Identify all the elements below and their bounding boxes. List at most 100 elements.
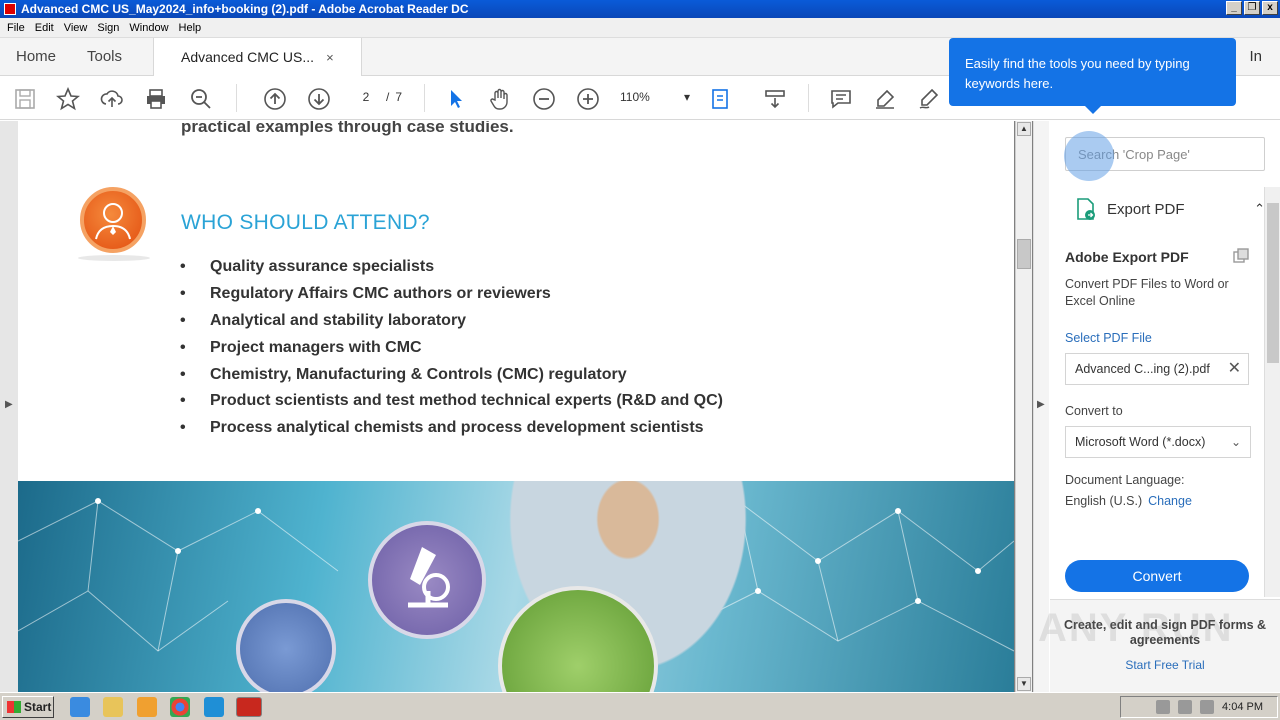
window-title: Advanced CMC US_May2024_info+booking (2)… (21, 2, 469, 16)
acrobat-app-icon (4, 3, 16, 15)
menu-help[interactable]: Help (174, 22, 207, 34)
tools-pane-scrollbar[interactable] (1264, 187, 1280, 597)
section-heading: WHO SHOULD ATTEND? (181, 211, 430, 234)
page-separator: / (386, 90, 390, 104)
page-navigation: 2 / 7 (352, 84, 422, 110)
convert-format-dropdown[interactable]: Microsoft Word (*.docx) ⌄ (1065, 426, 1251, 458)
chrome-icon[interactable] (170, 697, 190, 717)
acrobat-taskbar-icon[interactable] (236, 697, 262, 717)
minimize-button[interactable]: _ (1226, 1, 1242, 15)
document-language-value: English (U.S.) (1065, 494, 1143, 508)
list-item: Product scientists and test method techn… (180, 388, 723, 415)
upload-icon[interactable] (99, 86, 125, 112)
document-viewport: ▶ practical examples through case studie… (0, 121, 1033, 692)
clear-file-icon[interactable]: ✕ (1228, 354, 1241, 384)
sign-in-link[interactable]: In (1249, 48, 1262, 65)
list-item: Process analytical chemists and process … (180, 415, 723, 442)
select-cursor-icon[interactable] (443, 86, 469, 112)
action-center-flag-icon[interactable] (1200, 700, 1215, 714)
export-description: Convert PDF Files to Word or Excel Onlin… (1065, 277, 1229, 308)
start-free-trial-link[interactable]: Start Free Trial (1050, 658, 1280, 672)
convert-button[interactable]: Convert (1065, 560, 1249, 592)
list-item: Project managers with CMC (180, 335, 723, 362)
person-avatar-icon (80, 187, 146, 253)
fit-page-icon[interactable] (708, 86, 734, 112)
tab-document[interactable]: Advanced CMC US... × (153, 38, 362, 77)
click-highlight (1064, 131, 1114, 181)
ie-icon[interactable] (70, 697, 90, 717)
scroll-down-icon[interactable]: ▼ (1017, 677, 1031, 691)
close-tab-icon[interactable]: × (326, 50, 334, 65)
next-page-icon[interactable] (306, 86, 332, 112)
zoom-level-value: 110% (620, 90, 650, 104)
science-banner-image (18, 481, 1014, 692)
menu-window[interactable]: Window (124, 22, 173, 34)
microscope-badge-icon (368, 521, 486, 639)
windows-taskbar: Start 4:04 PM (0, 692, 1280, 720)
export-pdf-icon (1077, 198, 1095, 220)
print-icon[interactable] (143, 86, 169, 112)
tab-tools[interactable]: Tools (87, 38, 122, 76)
edge-icon[interactable] (204, 697, 224, 717)
zoom-search-icon[interactable] (188, 86, 214, 112)
chevron-down-icon: ⌄ (1230, 435, 1241, 449)
page-total: 7 (395, 90, 403, 104)
highlight-icon[interactable] (872, 86, 898, 112)
menu-edit[interactable]: Edit (30, 22, 59, 34)
system-tray: 4:04 PM (1120, 696, 1278, 718)
network-icon[interactable] (1178, 700, 1193, 714)
zoom-in-icon[interactable] (575, 86, 601, 112)
tab-document-label: Advanced CMC US... (181, 49, 315, 65)
start-button[interactable]: Start (2, 696, 54, 718)
export-pdf-label: Export PDF (1107, 200, 1185, 218)
scroll-up-icon[interactable]: ▲ (1017, 122, 1031, 136)
page-number-input[interactable]: 2 (352, 90, 380, 104)
menu-file[interactable]: File (2, 22, 30, 34)
selected-file-name: Advanced C...ing (2).pdf (1075, 362, 1210, 376)
collapse-right-panel-icon[interactable]: ▶ (1037, 399, 1045, 410)
expand-left-panel-icon[interactable]: ▶ (5, 399, 13, 410)
change-language-link[interactable]: Change (1148, 494, 1192, 508)
chevron-down-icon: ▾ (683, 90, 690, 104)
document-scrollbar[interactable]: ▲ ▼ (1015, 121, 1032, 692)
attendee-list: Quality assurance specialists Regulatory… (180, 254, 723, 442)
document-language-label: Document Language: (1065, 473, 1185, 487)
convert-format-value: Microsoft Word (*.docx) (1075, 435, 1206, 449)
zoom-out-icon[interactable] (531, 86, 557, 112)
previous-page-icon[interactable] (262, 86, 288, 112)
tab-home[interactable]: Home (16, 38, 56, 76)
select-pdf-file-link[interactable]: Select PDF File (1065, 331, 1152, 345)
scrollbar-thumb[interactable] (1017, 239, 1031, 269)
volume-icon[interactable] (1156, 700, 1171, 714)
anyrun-watermark: ANY RUN (1038, 606, 1234, 650)
copy-icon[interactable] (1232, 247, 1250, 268)
start-label: Start (24, 700, 52, 714)
menu-sign[interactable]: Sign (92, 22, 124, 34)
selected-file-field[interactable]: Advanced C...ing (2).pdf ✕ (1065, 353, 1249, 385)
document-language: English (U.S.) Change (1065, 494, 1192, 508)
comment-icon[interactable] (828, 86, 854, 112)
tools-pane-scrollbar-thumb[interactable] (1267, 203, 1279, 363)
cloud-badge-icon (236, 599, 336, 692)
clock: 4:04 PM (1222, 701, 1263, 713)
convert-to-label: Convert to (1065, 404, 1123, 418)
sign-pen-icon[interactable] (916, 86, 942, 112)
icon-shadow (78, 255, 150, 261)
media-player-icon[interactable] (137, 697, 157, 717)
menu-view[interactable]: View (59, 22, 93, 34)
star-icon[interactable] (55, 86, 81, 112)
zoom-level-dropdown[interactable]: 110% ▾ (620, 84, 690, 110)
scrolling-mode-icon[interactable] (762, 86, 788, 112)
left-gutter: ▶ (0, 121, 18, 692)
windows-logo-icon (7, 701, 21, 713)
list-item: Regulatory Affairs CMC authors or review… (180, 281, 723, 308)
explorer-folder-icon[interactable] (103, 697, 123, 717)
save-icon[interactable] (12, 86, 38, 112)
export-pdf-header[interactable]: Export PDF ⌃ (1075, 197, 1265, 221)
hand-tool-icon[interactable] (487, 86, 513, 112)
restore-button[interactable]: ❐ (1244, 1, 1260, 15)
window-titlebar: Advanced CMC US_May2024_info+booking (2)… (0, 0, 1280, 18)
menu-bar: File Edit View Sign Window Help (0, 18, 1280, 38)
close-window-button[interactable]: x (1262, 1, 1278, 15)
list-item: Chemistry, Manufacturing & Controls (CMC… (180, 362, 723, 389)
